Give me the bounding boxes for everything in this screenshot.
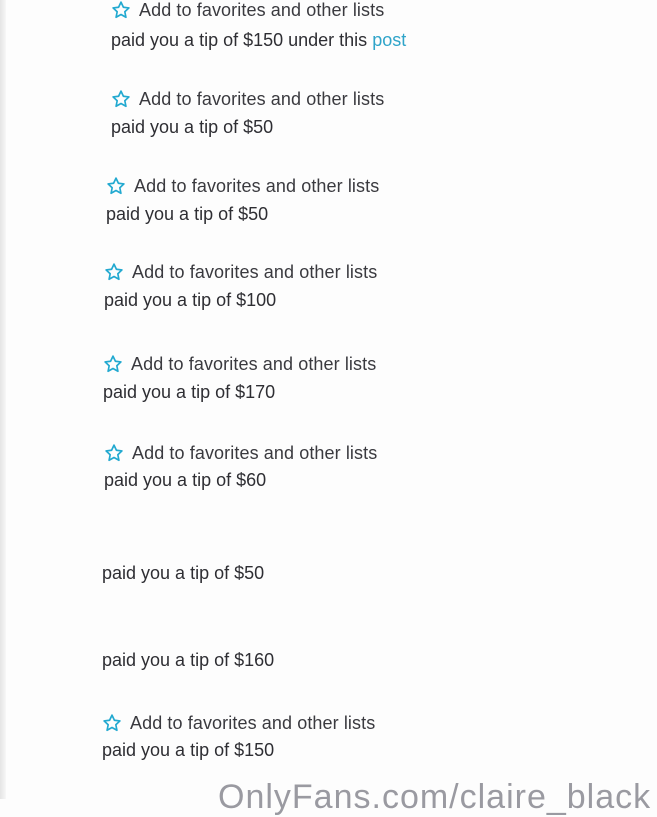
add-to-favorites-label: Add to favorites and other lists xyxy=(134,175,380,196)
add-to-favorites-button[interactable]: Add to favorites and other lists xyxy=(104,261,377,283)
watermark-text: OnlyFans.com/claire_black xyxy=(218,778,652,816)
left-edge-border xyxy=(0,0,6,799)
add-to-favorites-label: Add to favorites and other lists xyxy=(132,261,378,282)
add-to-favorites-label: Add to favorites and other lists xyxy=(130,712,376,733)
tip-text: paid you a tip of $50 xyxy=(102,563,265,583)
add-to-favorites-button[interactable]: Add to favorites and other lists xyxy=(111,0,384,21)
tip-text: paid you a tip of $160 xyxy=(102,650,275,670)
star-outline-icon xyxy=(104,262,124,282)
add-to-favorites-label: Add to favorites and other lists xyxy=(131,353,377,374)
add-to-favorites-label: Add to favorites and other lists xyxy=(132,442,378,463)
add-to-favorites-button[interactable]: Add to favorites and other lists xyxy=(103,353,376,375)
add-to-favorites-button[interactable]: Add to favorites and other lists xyxy=(104,442,377,464)
tip-text: paid you a tip of $150 under this xyxy=(111,30,368,50)
tip-message: paid you a tip of $150 under this post xyxy=(111,29,406,51)
star-outline-icon xyxy=(111,0,131,20)
tip-text: paid you a tip of $60 xyxy=(104,470,267,490)
tip-text: paid you a tip of $170 xyxy=(103,382,276,402)
add-to-favorites-label: Add to favorites and other lists xyxy=(139,0,385,20)
star-outline-icon xyxy=(102,713,122,733)
add-to-favorites-button[interactable]: Add to favorites and other lists xyxy=(111,88,384,110)
star-outline-icon xyxy=(104,443,124,463)
add-to-favorites-button[interactable]: Add to favorites and other lists xyxy=(102,712,375,734)
post-link[interactable]: post xyxy=(372,30,406,50)
add-to-favorites-label: Add to favorites and other lists xyxy=(139,88,385,109)
tip-text: paid you a tip of $100 xyxy=(104,290,277,310)
star-outline-icon xyxy=(106,176,126,196)
tip-text: paid you a tip of $50 xyxy=(111,117,274,137)
tip-text: paid you a tip of $150 xyxy=(102,740,275,760)
tip-text: paid you a tip of $50 xyxy=(106,204,269,224)
add-to-favorites-button[interactable]: Add to favorites and other lists xyxy=(106,175,379,197)
star-outline-icon xyxy=(111,89,131,109)
star-outline-icon xyxy=(103,354,123,374)
